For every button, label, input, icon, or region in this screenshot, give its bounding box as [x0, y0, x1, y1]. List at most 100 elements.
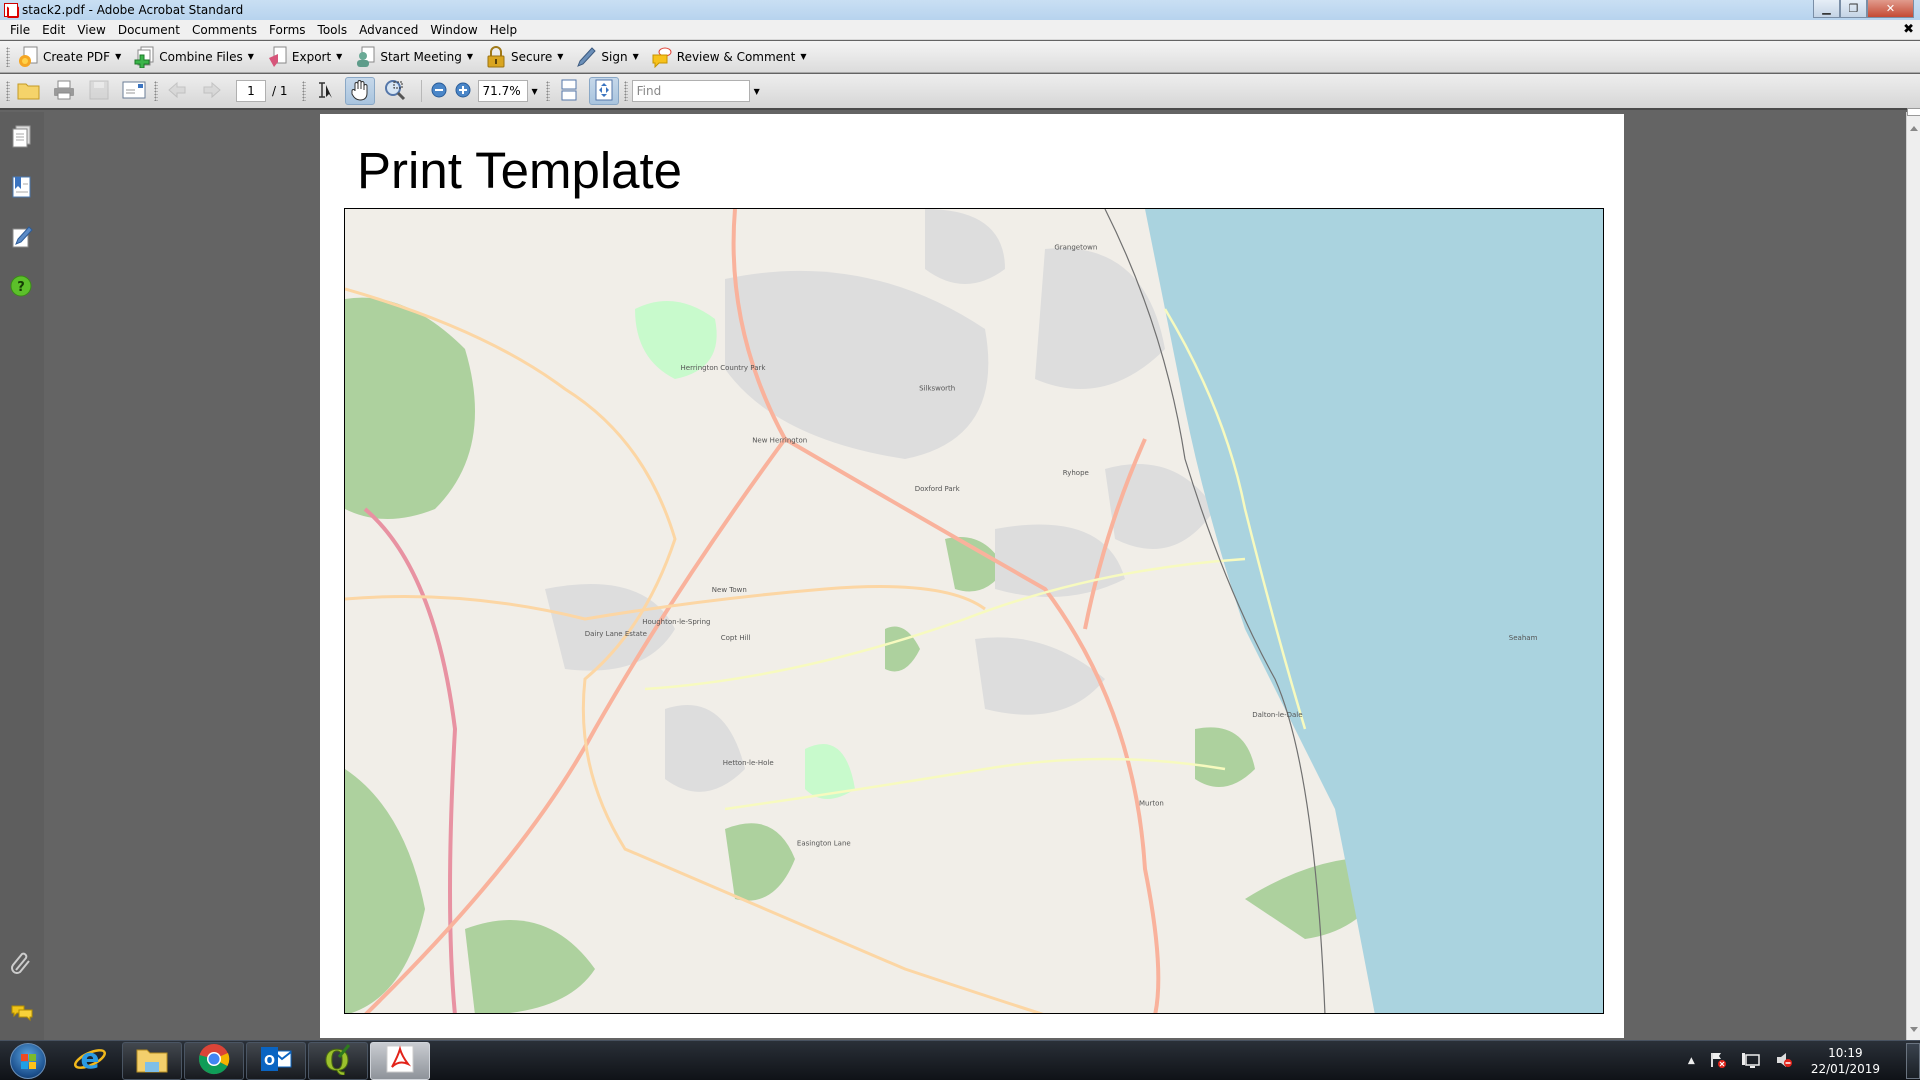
fit-page-button[interactable]: [588, 77, 619, 105]
chevron-down-icon: ▼: [247, 52, 254, 61]
save-button[interactable]: [84, 77, 114, 105]
printer-icon: [53, 80, 75, 103]
system-clock[interactable]: 10:19 22/01/2019: [1811, 1045, 1880, 1077]
print-button[interactable]: [49, 77, 79, 105]
tasks-toolbar: Create PDF ▼ Combine Files ▼ Export ▼ St…: [0, 41, 1920, 73]
internet-explorer-icon: e: [73, 1042, 107, 1079]
review-comment-button[interactable]: Review & Comment ▼: [648, 44, 812, 70]
export-button[interactable]: Export ▼: [263, 44, 347, 70]
scroll-down-icon[interactable]: [1910, 1027, 1918, 1032]
menu-help[interactable]: Help: [484, 23, 523, 37]
select-tool-button[interactable]: [310, 77, 340, 105]
toolbar-grip[interactable]: [301, 81, 306, 101]
toolbar-grip[interactable]: [623, 81, 628, 101]
toolbar-grip[interactable]: [6, 81, 10, 101]
toolbar-grip[interactable]: [6, 46, 10, 67]
zoom-out-icon: [431, 82, 447, 101]
page-title: Print Template: [357, 142, 683, 199]
toolbar-grip[interactable]: [154, 81, 158, 101]
vertical-scrollbar[interactable]: [1906, 108, 1920, 1040]
toolbar-grip[interactable]: [545, 81, 550, 101]
create-pdf-icon: [17, 46, 39, 68]
menu-bar: File Edit View Document Comments Forms T…: [0, 20, 1920, 40]
comments-panel-button[interactable]: [10, 1000, 34, 1026]
secure-button[interactable]: Secure ▼: [482, 44, 568, 70]
marquee-zoom-button[interactable]: [380, 77, 410, 105]
next-page-button[interactable]: [197, 77, 227, 105]
scrolling-mode-button[interactable]: [554, 77, 584, 105]
window-controls: ▁ ❐ ✕: [1813, 0, 1914, 18]
how-to-panel-button[interactable]: ?: [10, 274, 34, 300]
show-hidden-icons-button[interactable]: ▲: [1688, 1056, 1695, 1066]
zoom-level-input[interactable]: 71.7%: [477, 80, 528, 102]
document-view[interactable]: Print Template Houghton-le-Spring New To…: [44, 112, 1906, 1040]
restore-button[interactable]: ❐: [1840, 0, 1867, 18]
outlook-icon: O: [260, 1044, 292, 1077]
taskbar-internet-explorer[interactable]: e: [60, 1042, 120, 1080]
bookmarks-panel-button[interactable]: [10, 174, 34, 200]
attachments-panel-button[interactable]: [10, 950, 34, 976]
secure-label: Secure: [511, 49, 553, 64]
find-input[interactable]: Find: [631, 80, 750, 102]
folder-open-icon: [17, 80, 41, 103]
menu-forms[interactable]: Forms: [263, 23, 311, 37]
sign-button[interactable]: Sign ▼: [572, 44, 643, 70]
pen-icon: [575, 46, 597, 68]
combine-files-label: Combine Files: [159, 49, 243, 64]
email-button[interactable]: [119, 77, 149, 105]
comment-bubble-icon: [651, 46, 673, 68]
scroll-up-icon[interactable]: [1910, 126, 1918, 131]
acrobat-icon: [385, 1044, 415, 1077]
map-place-label: Murton: [1139, 799, 1164, 807]
signatures-panel-button[interactable]: [10, 224, 34, 250]
taskbar-adobe-acrobat[interactable]: [370, 1041, 430, 1080]
zoom-dropdown-icon[interactable]: ▼: [532, 87, 538, 96]
start-meeting-button[interactable]: Start Meeting ▼: [351, 44, 478, 70]
show-desktop-button[interactable]: [1906, 1043, 1920, 1079]
menu-edit[interactable]: Edit: [36, 23, 71, 37]
window-title: stack2.pdf - Adobe Acrobat Standard: [22, 3, 244, 17]
help-icon: ?: [10, 275, 34, 303]
close-document-icon[interactable]: ✖: [1903, 22, 1914, 37]
previous-page-button[interactable]: [162, 77, 192, 105]
start-meeting-label: Start Meeting: [380, 49, 462, 64]
pdf-page: Print Template Houghton-le-Spring New To…: [320, 114, 1624, 1038]
svg-text:?: ?: [17, 280, 25, 295]
minimize-button[interactable]: ▁: [1813, 0, 1840, 18]
menu-window[interactable]: Window: [424, 23, 483, 37]
pages-icon: [10, 125, 34, 153]
create-pdf-button[interactable]: Create PDF ▼: [14, 44, 126, 70]
menu-tools[interactable]: Tools: [312, 23, 354, 37]
comments-icon: [10, 1005, 34, 1029]
menu-advanced[interactable]: Advanced: [353, 23, 424, 37]
scrollbar-thumb[interactable]: [1907, 108, 1920, 116]
arrow-left-icon: [167, 81, 187, 102]
volume-muted-icon[interactable]: [1775, 1051, 1793, 1072]
chrome-icon: [198, 1043, 230, 1078]
network-icon[interactable]: [1741, 1051, 1761, 1072]
zoom-out-button[interactable]: [428, 77, 450, 105]
find-options-dropdown-icon[interactable]: ▼: [754, 87, 760, 96]
fit-page-icon: [594, 79, 614, 104]
hand-tool-button[interactable]: [344, 77, 375, 105]
signatures-icon: [10, 226, 34, 253]
menu-view[interactable]: View: [71, 23, 111, 37]
open-button[interactable]: [14, 77, 44, 105]
combine-files-button[interactable]: Combine Files ▼: [130, 44, 259, 70]
menu-document[interactable]: Document: [112, 23, 186, 37]
action-center-flag-icon[interactable]: [1709, 1051, 1727, 1072]
zoom-in-button[interactable]: [452, 77, 474, 105]
export-icon: [266, 46, 288, 68]
map-place-label: Silksworth: [919, 384, 955, 392]
scrolling-pages-icon: [560, 79, 578, 104]
pages-panel-button[interactable]: [10, 124, 34, 150]
taskbar-qgis[interactable]: Q: [308, 1041, 368, 1080]
taskbar-file-explorer[interactable]: [122, 1041, 182, 1080]
page-number-input[interactable]: 1: [236, 80, 266, 102]
taskbar-chrome[interactable]: [184, 1041, 244, 1080]
close-button[interactable]: ✕: [1867, 0, 1914, 18]
taskbar-outlook[interactable]: O: [246, 1041, 306, 1080]
menu-file[interactable]: File: [4, 23, 36, 37]
menu-comments[interactable]: Comments: [186, 23, 263, 37]
start-button[interactable]: [10, 1042, 46, 1079]
